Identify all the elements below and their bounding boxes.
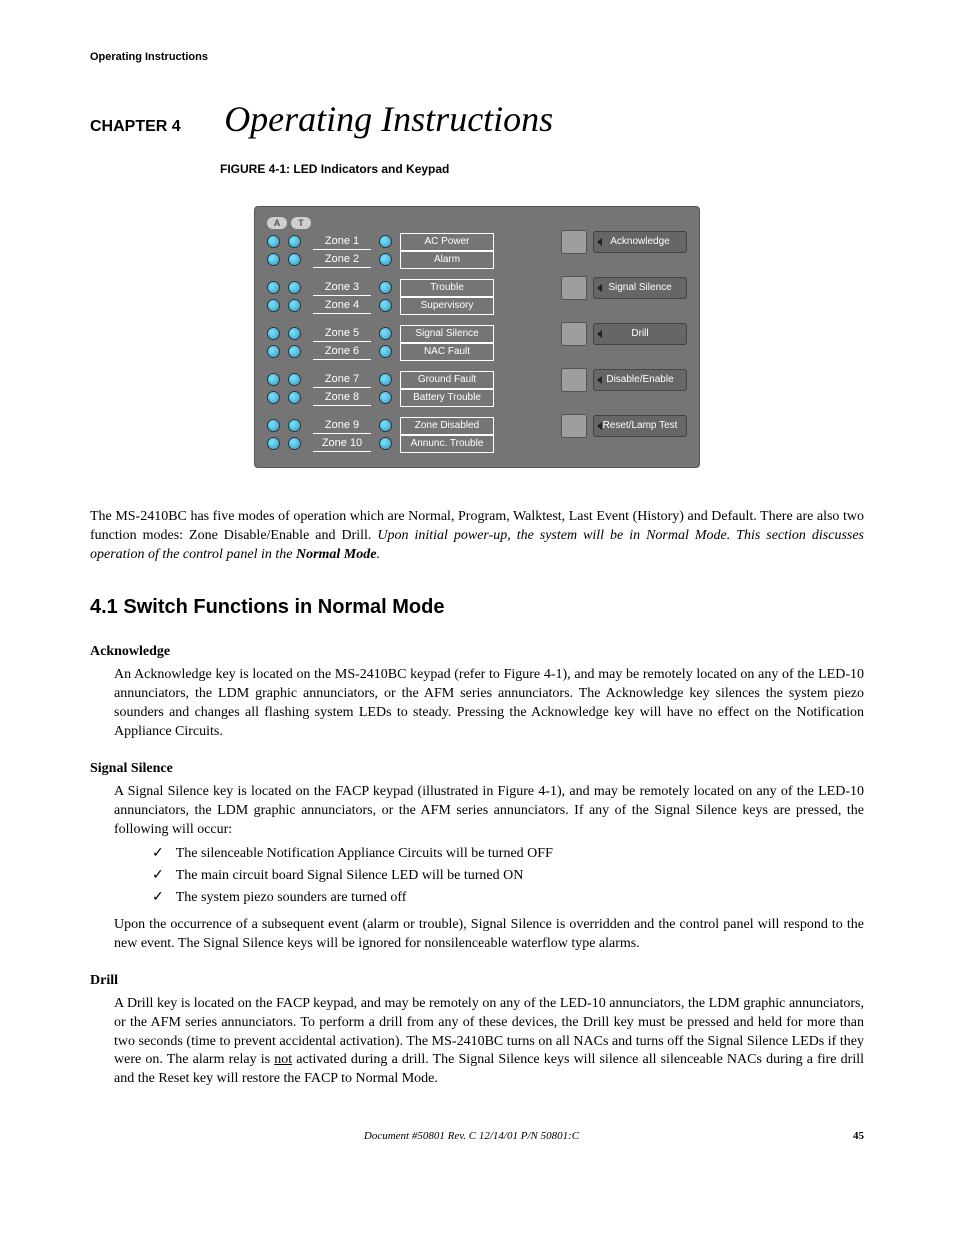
list-item: The system piezo sounders are turned off: [152, 889, 864, 908]
keypad-button-reset-lamp-test[interactable]: Reset/Lamp Test: [593, 415, 687, 437]
figure-title: LED Indicators and Keypad: [293, 162, 449, 176]
status-box: Battery Trouble: [400, 389, 494, 407]
panel-rows: Zone 1 AC Power Acknowledge Zone 2 Alarm…: [267, 233, 687, 453]
led-icon: [267, 281, 280, 294]
led-icon: [288, 281, 301, 294]
signal-silence-p2b: The Signal Silence keys will be ignored …: [178, 936, 640, 951]
list-item: The main circuit board Signal Silence LE…: [152, 867, 864, 886]
zone-label: Zone 4: [313, 298, 371, 314]
led-icon: [288, 373, 301, 386]
panel-row: Zone 3 Trouble Signal Silence: [267, 279, 687, 297]
led-icon: [379, 419, 392, 432]
chapter-title: Operating Instructions: [224, 99, 553, 139]
intro-bold-italic: Normal Mode: [296, 547, 377, 562]
keypad-button-small[interactable]: [561, 414, 587, 438]
signal-silence-list: The silenceable Notification Appliance C…: [152, 845, 864, 908]
func-heading-acknowledge: Acknowledge: [90, 643, 864, 662]
status-box: NAC Fault: [400, 343, 494, 361]
zone-label: Zone 5: [313, 326, 371, 342]
zone-label: Zone 10: [313, 436, 371, 452]
led-icon: [267, 253, 280, 266]
page-footer: Document #50801 Rev. C 12/14/01 P/N 5080…: [90, 1129, 864, 1144]
chapter-heading: CHAPTER 4 Operating Instructions: [90, 95, 864, 144]
status-box: Trouble: [400, 279, 494, 297]
zone-label: Zone 7: [313, 372, 371, 388]
intro-paragraph: The MS-2410BC has five modes of operatio…: [90, 508, 864, 565]
func-heading-drill: Drill: [90, 972, 864, 991]
keypad-button-small[interactable]: [561, 276, 587, 300]
led-icon: [288, 345, 301, 358]
footer-page-number: 45: [853, 1129, 864, 1144]
led-icon: [379, 373, 392, 386]
led-icon: [288, 391, 301, 404]
led-keypad-panel: A T Zone 1 AC Power Acknowledge Zone 2 A…: [254, 206, 700, 468]
zone-label: Zone 1: [313, 234, 371, 250]
keypad-button-small[interactable]: [561, 230, 587, 254]
panel-row: Zone 5 Signal Silence Drill: [267, 325, 687, 343]
header-chip-a: A: [267, 217, 287, 229]
chapter-label: CHAPTER 4: [90, 118, 181, 135]
zone-label: Zone 3: [313, 280, 371, 296]
led-icon: [267, 327, 280, 340]
figure-caption: FIGURE 4-1: LED Indicators and Keypad: [220, 161, 864, 177]
section-heading-41: 4.1 Switch Functions in Normal Mode: [90, 594, 864, 621]
drill-not: not: [274, 1052, 292, 1067]
led-icon: [267, 345, 280, 358]
status-box: AC Power: [400, 233, 494, 251]
status-box: Alarm: [400, 251, 494, 269]
status-box: Zone Disabled: [400, 417, 494, 435]
led-icon: [379, 327, 392, 340]
led-icon: [288, 235, 301, 248]
led-icon: [379, 437, 392, 450]
zone-label: Zone 8: [313, 390, 371, 406]
led-icon: [267, 437, 280, 450]
led-icon: [379, 391, 392, 404]
led-icon: [379, 235, 392, 248]
header-chip-t: T: [291, 217, 311, 229]
intro-italic-end: .: [376, 547, 380, 562]
led-icon: [379, 281, 392, 294]
led-icon: [288, 299, 301, 312]
zone-label: Zone 6: [313, 344, 371, 360]
running-header: Operating Instructions: [90, 50, 864, 65]
panel-row: Zone 1 AC Power Acknowledge: [267, 233, 687, 251]
led-icon: [379, 299, 392, 312]
led-icon: [267, 391, 280, 404]
at-header: A T: [267, 217, 687, 229]
status-box: Annunc. Trouble: [400, 435, 494, 453]
panel-row: Zone 9 Zone Disabled Reset/Lamp Test: [267, 417, 687, 435]
led-icon: [288, 253, 301, 266]
led-icon: [267, 299, 280, 312]
keypad-button-signal-silence[interactable]: Signal Silence: [593, 277, 687, 299]
keypad-button-drill[interactable]: Drill: [593, 323, 687, 345]
zone-label: Zone 9: [313, 418, 371, 434]
led-icon: [379, 345, 392, 358]
led-icon: [267, 235, 280, 248]
acknowledge-paragraph: An Acknowledge key is located on the MS-…: [114, 666, 864, 742]
status-box: Ground Fault: [400, 371, 494, 389]
led-icon: [288, 419, 301, 432]
led-icon: [267, 419, 280, 432]
keypad-button-disable-enable[interactable]: Disable/Enable: [593, 369, 687, 391]
func-heading-signal-silence: Signal Silence: [90, 760, 864, 779]
signal-silence-block: A Signal Silence key is located on the F…: [114, 783, 864, 954]
led-icon: [288, 327, 301, 340]
figure-label: FIGURE 4-1:: [220, 162, 290, 176]
status-box: Supervisory: [400, 297, 494, 315]
panel-row: Zone 7 Ground Fault Disable/Enable: [267, 371, 687, 389]
keypad-button-small[interactable]: [561, 368, 587, 392]
footer-doc-info: Document #50801 Rev. C 12/14/01 P/N 5080…: [364, 1129, 579, 1144]
drill-paragraph: A Drill key is located on the FACP keypa…: [114, 995, 864, 1089]
led-icon: [288, 437, 301, 450]
led-icon: [379, 253, 392, 266]
zone-label: Zone 2: [313, 252, 371, 268]
status-box: Signal Silence: [400, 325, 494, 343]
keypad-button-small[interactable]: [561, 322, 587, 346]
keypad-button-acknowledge[interactable]: Acknowledge: [593, 231, 687, 253]
led-icon: [267, 373, 280, 386]
list-item: The silenceable Notification Appliance C…: [152, 845, 864, 864]
signal-silence-p1: A Signal Silence key is located on the F…: [114, 784, 864, 837]
